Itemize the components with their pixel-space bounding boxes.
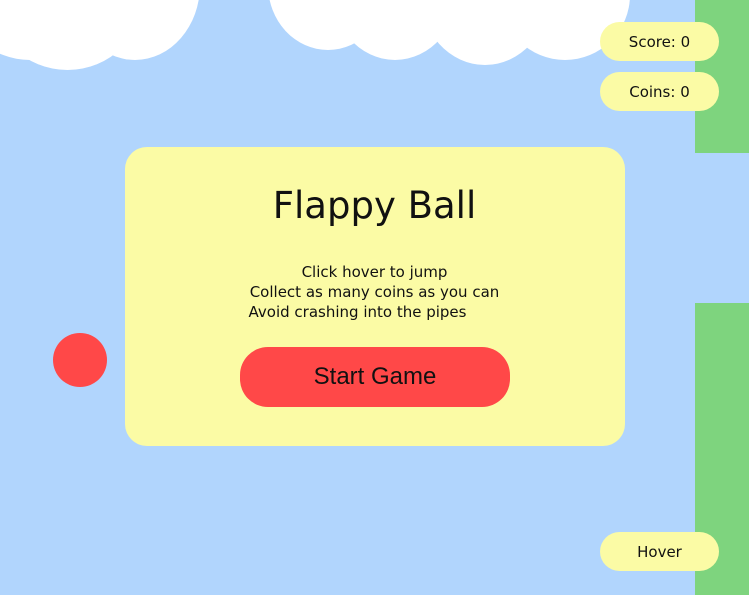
- hover-button-label: Hover: [637, 542, 682, 561]
- player-ball: [53, 333, 107, 387]
- instruction-line: Collect as many coins as you can: [249, 283, 500, 301]
- game-scene: Score: 0 Coins: 0 Hover Flappy Ball Clic…: [0, 0, 749, 595]
- instructions: Click hover to jump Collect as many coin…: [0, 262, 749, 322]
- instruction-line: Click hover to jump: [301, 263, 448, 281]
- coins-display: Coins: 0: [600, 72, 719, 111]
- start-game-button[interactable]: Start Game: [240, 347, 510, 407]
- coins-text: Coins: 0: [629, 82, 690, 101]
- score-display: Score: 0: [600, 22, 719, 61]
- instruction-line: Avoid crashing into the pipes: [248, 303, 467, 321]
- hover-button[interactable]: Hover: [600, 532, 719, 571]
- score-text: Score: 0: [628, 32, 691, 51]
- game-title: Flappy Ball: [272, 184, 477, 227]
